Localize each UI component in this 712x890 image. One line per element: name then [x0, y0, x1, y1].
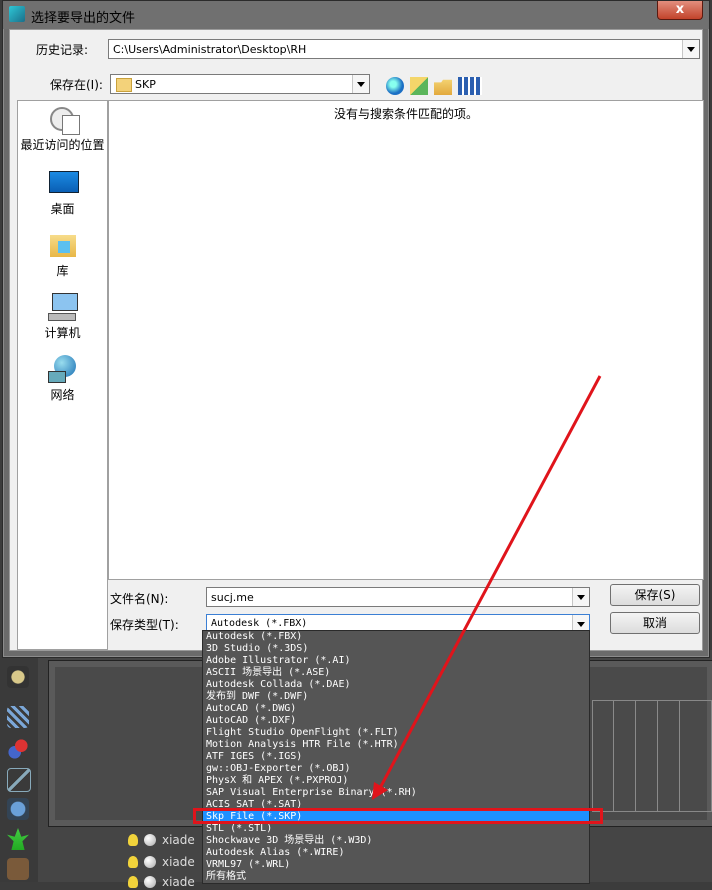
library-icon — [48, 231, 78, 259]
save-in-combobox[interactable]: SKP — [110, 74, 370, 94]
particles-tool-icon[interactable] — [7, 706, 29, 728]
network-icon — [47, 355, 78, 383]
filetype-value: Autodesk (*.FBX) — [211, 618, 308, 629]
layer-item[interactable]: xiade — [128, 874, 195, 890]
filetype-option[interactable]: SAP Visual Enterprise Binary (*.RH) — [203, 787, 589, 799]
filename-label: 文件名(N): — [110, 592, 169, 606]
place-computer[interactable]: 计算机 — [18, 293, 107, 341]
filetype-option[interactable]: VRML97 (*.WRL) — [203, 859, 589, 871]
sphere-icon — [144, 876, 156, 888]
filetype-option[interactable]: Flight Studio OpenFlight (*.FLT) — [203, 727, 589, 739]
annotation-highlight-box — [193, 808, 603, 824]
filetype-option[interactable]: ASCII 场景导出 (*.ASE) — [203, 667, 589, 679]
view-menu-icon[interactable] — [458, 77, 482, 95]
place-network[interactable]: 网络 — [18, 355, 107, 403]
background-layer-list: xiade xiade xiade — [108, 830, 208, 889]
filetype-option[interactable]: ATF IGES (*.IGS) — [203, 751, 589, 763]
geometry-tool-icon[interactable] — [7, 768, 31, 792]
close-button[interactable]: x — [657, 1, 703, 20]
chevron-down-icon[interactable] — [352, 75, 369, 93]
history-label: 历史记录: — [36, 43, 89, 57]
layer-label: xiade — [162, 833, 195, 847]
filetype-option[interactable]: Motion Analysis HTR File (*.HTR) — [203, 739, 589, 751]
new-folder-icon[interactable] — [434, 79, 452, 95]
cancel-button[interactable]: 取消 — [610, 612, 700, 634]
helper-tool-icon[interactable] — [7, 738, 29, 760]
place-desktop[interactable]: 桌面 — [18, 169, 107, 217]
sphere-icon — [144, 834, 156, 846]
dialog-titlebar[interactable]: 选择要导出的文件 x — [3, 1, 709, 29]
app-logo-icon — [9, 6, 25, 22]
filetype-option[interactable]: Autodesk Alias (*.WIRE) — [203, 847, 589, 859]
history-path: C:\Users\Administrator\Desktop\RH — [113, 43, 307, 56]
up-folder-icon[interactable] — [410, 77, 428, 95]
filetype-option[interactable]: Autodesk (*.FBX) — [203, 631, 589, 643]
places-bar: 最近访问的位置 桌面 库 计算机 网络 — [17, 100, 108, 650]
layer-item[interactable]: xiade — [128, 854, 195, 870]
filename-value: sucj.me — [211, 591, 254, 604]
place-recent[interactable]: 最近访问的位置 — [18, 105, 107, 153]
gear-tool-icon[interactable] — [7, 798, 29, 820]
filetype-option[interactable]: AutoCAD (*.DWG) — [203, 703, 589, 715]
desktop-icon — [48, 169, 79, 197]
layer-label: xiade — [162, 875, 195, 889]
place-label: 网络 — [50, 388, 75, 402]
filetype-option[interactable]: Autodesk Collada (*.DAE) — [203, 679, 589, 691]
background-grid-panel — [592, 700, 712, 812]
filetype-option[interactable]: Shockwave 3D 场景导出 (*.W3D) — [203, 835, 589, 847]
light-bulb-icon — [128, 876, 138, 888]
place-label: 桌面 — [50, 202, 75, 216]
export-file-dialog: 选择要导出的文件 x 历史记录: C:\Users\Administrator\… — [2, 0, 710, 658]
folder-icon — [116, 78, 132, 92]
history-combobox[interactable]: C:\Users\Administrator\Desktop\RH — [108, 39, 700, 59]
filetype-option[interactable]: AutoCAD (*.DXF) — [203, 715, 589, 727]
chevron-down-icon[interactable] — [572, 588, 589, 606]
place-label: 最近访问的位置 — [20, 138, 105, 152]
plant-tool-icon[interactable] — [7, 828, 29, 850]
filetype-option[interactable]: Adobe Illustrator (*.AI) — [203, 655, 589, 667]
recent-places-icon — [48, 105, 80, 135]
save-in-value: SKP — [135, 78, 156, 91]
save-in-label: 保存在(I): — [50, 78, 103, 92]
filetype-label: 保存类型(T): — [110, 618, 179, 632]
file-list-pane[interactable]: 没有与搜索条件匹配的项。 — [108, 100, 704, 580]
place-label: 库 — [56, 264, 69, 278]
filename-input[interactable]: sucj.me — [206, 587, 590, 607]
filetype-option[interactable]: STL (*.STL) — [203, 823, 589, 835]
light-bulb-icon — [128, 834, 138, 846]
layer-item[interactable]: xiade — [128, 832, 195, 848]
chevron-down-icon[interactable] — [682, 40, 699, 58]
empty-message: 没有与搜索条件匹配的项。 — [333, 107, 478, 121]
back-icon[interactable] — [386, 77, 404, 95]
hf-tool-icon[interactable] — [7, 858, 29, 880]
place-library[interactable]: 库 — [18, 231, 107, 279]
filetype-option[interactable]: 3D Studio (*.3DS) — [203, 643, 589, 655]
computer-icon — [47, 293, 78, 321]
save-button[interactable]: 保存(S) — [610, 584, 700, 606]
light-bulb-icon — [128, 856, 138, 868]
filetype-dropdown-list[interactable]: Autodesk (*.FBX) 3D Studio (*.3DS) Adobe I… — [202, 630, 590, 884]
layer-label: xiade — [162, 855, 195, 869]
filetype-option[interactable]: 所有格式 — [203, 871, 589, 883]
dialog-title: 选择要导出的文件 — [31, 11, 136, 26]
sphere-icon — [144, 856, 156, 868]
background-tool-strip — [0, 650, 38, 882]
filetype-option[interactable]: gw::OBJ-Exporter (*.OBJ) — [203, 763, 589, 775]
place-label: 计算机 — [44, 326, 81, 340]
dialog-client-area: 历史记录: C:\Users\Administrator\Desktop\RH … — [9, 29, 704, 651]
filetype-option[interactable]: PhysX 和 APEX (*.PXPROJ) — [203, 775, 589, 787]
sphere-tool-icon[interactable] — [7, 666, 29, 688]
filetype-option[interactable]: 发布到 DWF (*.DWF) — [203, 691, 589, 703]
